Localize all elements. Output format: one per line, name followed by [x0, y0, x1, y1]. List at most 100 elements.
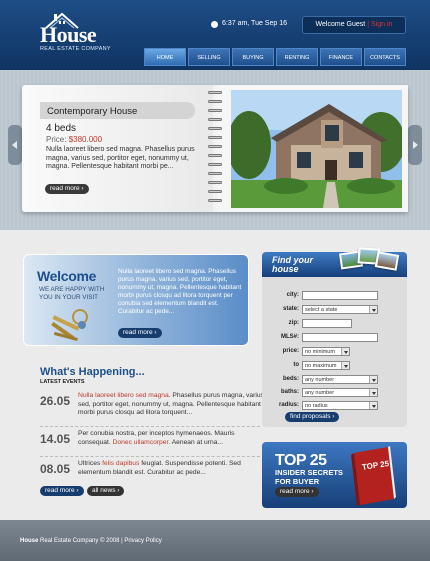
- events-read-more-button[interactable]: read more ›: [40, 486, 84, 496]
- zip-label: zip:: [288, 320, 299, 326]
- form-row-price-max: to no maximum: [262, 361, 407, 371]
- find-house-title: Find your house: [272, 256, 313, 273]
- chevron-down-icon: [344, 351, 348, 354]
- logo-subtitle: REAL ESTATE COMPANY: [40, 46, 111, 52]
- property-read-more-button[interactable]: read more ›: [45, 184, 89, 194]
- footer-copyright: Real Estate Company © 2008 | Privacy Pol…: [38, 538, 162, 544]
- event-highlight-link[interactable]: Donec ullamcorper.: [113, 439, 171, 446]
- promo-line1: INSIDER SECRETS: [275, 468, 343, 477]
- nav-renting[interactable]: RENTING: [276, 48, 318, 66]
- property-beds: 4 beds: [46, 123, 77, 134]
- events-title: What's Happening...: [40, 366, 145, 378]
- form-row-radius: radius: no radius: [262, 401, 407, 411]
- city-input[interactable]: [302, 291, 378, 300]
- read-more-label: read more: [280, 488, 310, 495]
- radius-select[interactable]: no radius: [302, 401, 378, 410]
- nav-finance[interactable]: FINANCE: [320, 48, 362, 66]
- city-label: city:: [286, 292, 299, 298]
- property-title: Contemporary House: [47, 106, 138, 117]
- nav-home[interactable]: HOME: [144, 48, 186, 66]
- event-divider: [40, 456, 260, 457]
- form-row-beds: beds: any number: [262, 375, 407, 385]
- event-divider: [40, 426, 260, 427]
- find-house-title-line2: house: [272, 263, 299, 274]
- chevron-down-icon: [344, 365, 348, 368]
- property-price: $380.000: [68, 135, 103, 144]
- welcome-text: Nulla laoreet libero sed magna. Phasellu…: [118, 268, 242, 315]
- mls-input[interactable]: [302, 333, 378, 342]
- arrow-left-icon: [12, 141, 17, 149]
- form-row-mls: MLS#:: [262, 333, 407, 343]
- logo-title[interactable]: House: [40, 22, 97, 48]
- separator: |: [367, 21, 370, 28]
- notebook-spiral: [207, 91, 223, 209]
- house-photo[interactable]: [231, 90, 402, 208]
- price-max-select[interactable]: no maximum: [302, 361, 350, 370]
- mls-label: MLS#:: [281, 334, 299, 340]
- baths-select[interactable]: any number: [302, 388, 378, 397]
- event-text: Nulla laoreet libero sed magna. Phasellu…: [78, 392, 266, 418]
- form-row-price: price: no minimum: [262, 347, 407, 357]
- beds-select-value: any number: [305, 377, 335, 383]
- nav-buying[interactable]: BUYING: [232, 48, 274, 66]
- user-welcome-box: Welcome Guest | Sign in: [302, 16, 406, 34]
- welcome-title: Welcome: [37, 268, 97, 284]
- price-label: Price:: [46, 135, 67, 144]
- chevron-down-icon: [372, 405, 376, 408]
- event-body: Ultrices: [78, 460, 103, 467]
- footer-brand: House: [20, 538, 39, 544]
- read-more-label: read more: [45, 487, 75, 494]
- sign-in-link[interactable]: Sign in: [371, 21, 392, 28]
- read-more-label: read more: [123, 329, 153, 336]
- nav-contacts[interactable]: CONTACTS: [364, 48, 406, 66]
- event-text: Ultrices felis dapibus feugiat. Suspendi…: [78, 460, 266, 477]
- event-highlight-link[interactable]: felis dapibus: [102, 460, 139, 467]
- date-time: 6:37 am, Tue Sep 16: [222, 20, 287, 27]
- price-to-label: to: [293, 362, 299, 368]
- welcome-guest-text: Welcome Guest: [315, 21, 366, 28]
- keys-icon: [51, 309, 88, 342]
- state-select[interactable]: select a state: [302, 305, 378, 314]
- form-row-baths: baths: any number: [262, 388, 407, 398]
- state-label: state:: [282, 306, 299, 312]
- event-date: 08.05: [40, 462, 71, 476]
- slider-prev-button[interactable]: [8, 125, 22, 165]
- form-row-zip: zip:: [262, 319, 407, 329]
- arrow-right-icon: [413, 141, 418, 149]
- event-item: 26.05 Nulla laoreet libero sed magna. Ph…: [40, 392, 264, 426]
- event-highlight-link[interactable]: Nulla laoreet libero sed magna.: [78, 392, 171, 399]
- beds-select[interactable]: any number: [302, 375, 378, 384]
- chevron-down-icon: [372, 392, 376, 395]
- slider-next-button[interactable]: [408, 125, 422, 165]
- find-proposals-button[interactable]: find proposals ›: [285, 412, 340, 422]
- event-body: Aenean at urna...: [170, 438, 224, 446]
- price-label: price:: [282, 348, 299, 354]
- footer-text: House Real Estate Company © 2008 | Priva…: [20, 538, 162, 544]
- beds-label: beds:: [282, 376, 299, 382]
- find-proposals-label: find proposals: [290, 413, 331, 420]
- welcome-read-more-button[interactable]: read more ›: [118, 328, 162, 338]
- promo-line2: FOR BUYER: [275, 477, 320, 486]
- events-subtitle: LATEST EVENTS: [40, 379, 85, 385]
- chevron-down-icon: [372, 309, 376, 312]
- event-item: 08.05 Ultrices felis dapibus feugiat. Su…: [40, 460, 262, 484]
- all-news-button[interactable]: all news ›: [87, 486, 125, 496]
- form-row-state: state: select a state: [262, 305, 407, 315]
- price-min-value: no minimum: [305, 349, 335, 355]
- nav-selling[interactable]: SELLING: [188, 48, 230, 66]
- chevron-down-icon: [372, 379, 376, 382]
- clock-icon: [211, 21, 218, 28]
- price-min-select[interactable]: no minimum: [302, 347, 350, 356]
- event-item: 14.05 Per conubia nostra, per inceptos h…: [40, 430, 262, 458]
- radius-select-value: no radius: [305, 403, 328, 409]
- all-news-label: all news: [92, 487, 116, 494]
- property-description: Nulla laoreet libero sed magna. Phasellu…: [46, 146, 195, 170]
- promo-read-more-button[interactable]: read more ›: [275, 487, 319, 497]
- form-row-city: city:: [262, 291, 407, 301]
- price-max-value: no maximum: [305, 363, 337, 369]
- radius-label: radius:: [278, 402, 299, 408]
- read-more-label: read more: [50, 185, 80, 192]
- zip-input[interactable]: [302, 319, 352, 328]
- event-date: 14.05: [40, 432, 71, 446]
- property-price-line: Price: $380.000: [46, 135, 102, 144]
